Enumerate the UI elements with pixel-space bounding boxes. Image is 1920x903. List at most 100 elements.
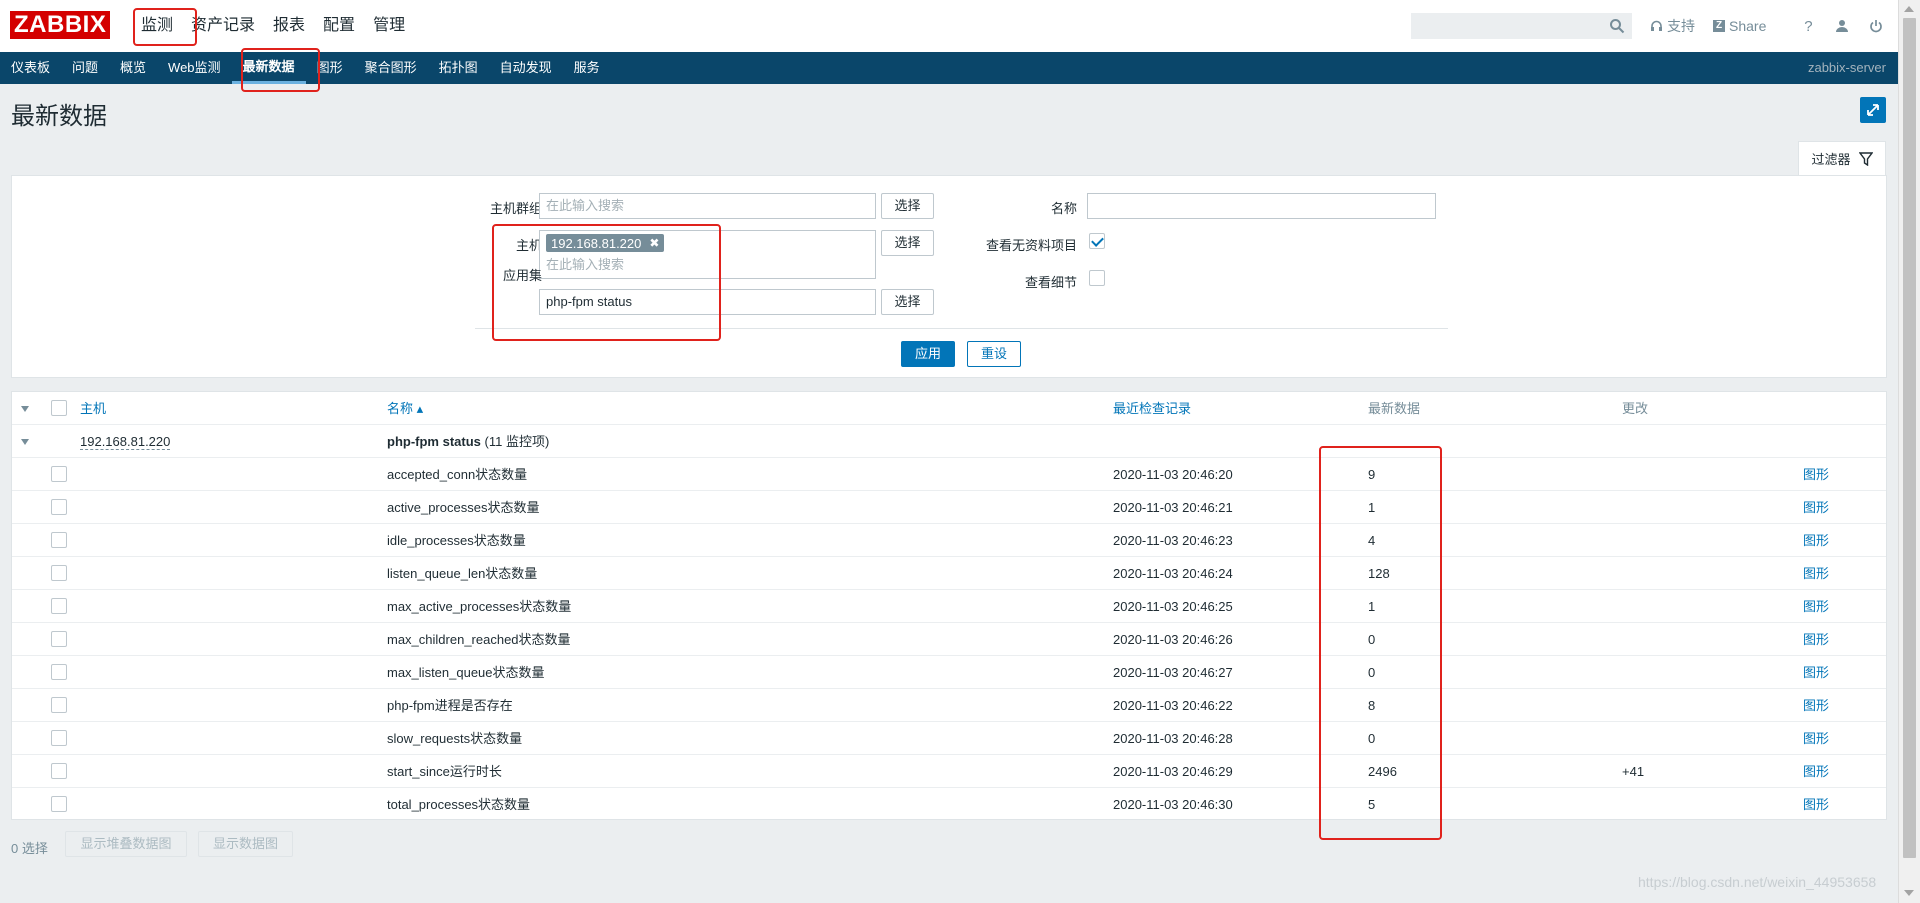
scroll-down-arrow-icon[interactable] (1904, 890, 1914, 896)
top-bar: ZABBIX 监测 资产记录 报表 配置 管理 支持 Z Share ? (0, 0, 1898, 52)
name-input[interactable] (1087, 193, 1436, 219)
row-checkbox[interactable] (51, 532, 67, 548)
share-label: Share (1729, 18, 1767, 34)
group-application-name: php-fpm status (387, 434, 481, 449)
subnav-problems[interactable]: 问题 (61, 52, 109, 84)
subnav-screens[interactable]: 聚合图形 (354, 52, 428, 84)
row-checkbox[interactable] (51, 565, 67, 581)
row-checkbox[interactable] (51, 763, 67, 779)
table-row: max_children_reached状态数量 2020-11-03 20:46… (12, 623, 1886, 656)
menu-inventory[interactable]: 资产记录 (182, 0, 264, 52)
subnav-dashboard[interactable]: 仪表板 (0, 52, 61, 84)
item-graph-link[interactable]: 图形 (1803, 689, 1829, 722)
host-groups-input[interactable]: 在此输入搜索 (539, 193, 876, 219)
row-checkbox[interactable] (51, 697, 67, 713)
row-checkbox[interactable] (51, 631, 67, 647)
item-last-value: 9 (1368, 467, 1376, 482)
item-graph-link[interactable]: 图形 (1803, 491, 1829, 524)
item-graph-link[interactable]: 图形 (1803, 788, 1829, 821)
item-last-check: 2020-11-03 20:46:25 (1113, 599, 1233, 614)
item-last-check: 2020-11-03 20:46:26 (1113, 632, 1233, 647)
item-last-check: 2020-11-03 20:46:28 (1113, 731, 1233, 746)
row-checkbox[interactable] (51, 499, 67, 515)
table-row: active_processes状态数量 2020-11-03 20:46:21 1… (12, 491, 1886, 524)
support-link[interactable]: 支持 (1650, 16, 1695, 36)
item-graph-link[interactable]: 图形 (1803, 458, 1829, 491)
subnav-web[interactable]: Web监测 (157, 52, 232, 84)
global-search-input[interactable] (1411, 13, 1632, 39)
subnav-graphs[interactable]: 图形 (306, 52, 354, 84)
subnav-overview[interactable]: 概览 (109, 52, 157, 84)
hosts-select-button[interactable]: 选择 (881, 230, 934, 256)
headset-icon (1651, 20, 1662, 31)
column-host[interactable]: 主机 (80, 392, 106, 425)
remove-host-icon[interactable]: ✖ (649, 236, 659, 250)
apply-button[interactable]: 应用 (901, 341, 955, 367)
stacked-graph-button[interactable]: 显示堆叠数据图 (65, 831, 187, 857)
item-graph-link[interactable]: 图形 (1803, 557, 1829, 590)
filter-tab[interactable]: 过滤器 (1798, 141, 1886, 175)
vertical-scrollbar[interactable] (1898, 0, 1920, 903)
logout-icon[interactable] (1866, 16, 1886, 36)
item-graph-link[interactable]: 图形 (1803, 524, 1829, 557)
main-menu: 监测 资产记录 报表 配置 管理 (132, 0, 414, 52)
show-without-data-checkbox[interactable] (1089, 233, 1105, 249)
application-group-row: 192.168.81.220 php-fpm status (11 监控项) (12, 425, 1886, 458)
item-name: max_children_reached状态数量 (387, 632, 571, 647)
menu-configuration[interactable]: 配置 (314, 0, 364, 52)
select-all-checkbox[interactable] (51, 400, 67, 416)
item-graph-link[interactable]: 图形 (1803, 755, 1829, 788)
row-checkbox[interactable] (51, 466, 67, 482)
scrollbar-thumb[interactable] (1903, 18, 1916, 858)
subnav-latest-data[interactable]: 最新数据 (231, 52, 306, 84)
subnav-maps[interactable]: 拓扑图 (428, 52, 489, 84)
hosts-label: 主机 (515, 238, 542, 253)
watermark: https://blog.csdn.net/weixin_44953658 (1638, 874, 1877, 890)
menu-administration[interactable]: 管理 (364, 0, 414, 52)
column-name[interactable]: 名称 ▴ (387, 392, 423, 425)
column-last-check[interactable]: 最近检查记录 (1113, 392, 1191, 425)
application-select-button[interactable]: 选择 (881, 289, 934, 315)
group-host-link[interactable]: 192.168.81.220 (80, 434, 171, 450)
item-last-value: 1 (1368, 599, 1376, 614)
zabbix-logo[interactable]: ZABBIX (10, 11, 111, 39)
column-last-value: 最新数据 (1368, 401, 1421, 416)
row-checkbox[interactable] (51, 598, 67, 614)
help-icon[interactable]: ? (1798, 16, 1818, 36)
menu-monitoring[interactable]: 监测 (132, 0, 182, 52)
item-graph-link[interactable]: 图形 (1803, 656, 1829, 689)
graph-button[interactable]: 显示数据图 (198, 831, 293, 857)
item-last-check: 2020-11-03 20:46:27 (1113, 665, 1233, 680)
item-last-value: 0 (1368, 632, 1376, 647)
item-name: max_active_processes状态数量 (387, 599, 572, 614)
row-checkbox[interactable] (51, 664, 67, 680)
item-name: active_processes状态数量 (387, 500, 540, 515)
item-graph-link[interactable]: 图形 (1803, 722, 1829, 755)
row-checkbox[interactable] (51, 796, 67, 812)
item-name: slow_requests状态数量 (387, 731, 523, 746)
share-link[interactable]: Z Share (1713, 18, 1766, 34)
collapse-group-icon[interactable] (21, 439, 29, 445)
fullscreen-button[interactable] (1860, 97, 1886, 123)
item-name: idle_processes状态数量 (387, 533, 526, 548)
show-details-checkbox[interactable] (1089, 270, 1105, 286)
search-icon[interactable] (1609, 18, 1625, 34)
row-checkbox[interactable] (51, 730, 67, 746)
item-graph-link[interactable]: 图形 (1803, 590, 1829, 623)
host-groups-select-button[interactable]: 选择 (881, 193, 934, 219)
item-last-check: 2020-11-03 20:46:29 (1113, 764, 1233, 779)
subnav-discovery[interactable]: 自动发现 (489, 52, 563, 84)
hosts-input[interactable]: 192.168.81.220 ✖ 在此输入搜索 (539, 230, 876, 279)
subnav-services[interactable]: 服务 (563, 52, 611, 84)
collapse-all-icon[interactable] (21, 406, 29, 412)
filter-panel: 主机群组 在此输入搜索 选择 主机 192.168.81.220 ✖ 在此输入搜… (11, 175, 1887, 378)
item-last-value: 2496 (1368, 764, 1397, 779)
reset-button[interactable]: 重设 (967, 341, 1021, 367)
menu-reports[interactable]: 报表 (264, 0, 314, 52)
application-input[interactable]: php-fpm status (539, 289, 876, 315)
item-graph-link[interactable]: 图形 (1803, 623, 1829, 656)
item-last-check: 2020-11-03 20:46:21 (1113, 500, 1233, 515)
scroll-up-arrow-icon[interactable] (1904, 6, 1914, 12)
item-last-check: 2020-11-03 20:46:22 (1113, 698, 1233, 713)
user-profile-icon[interactable] (1832, 16, 1852, 36)
